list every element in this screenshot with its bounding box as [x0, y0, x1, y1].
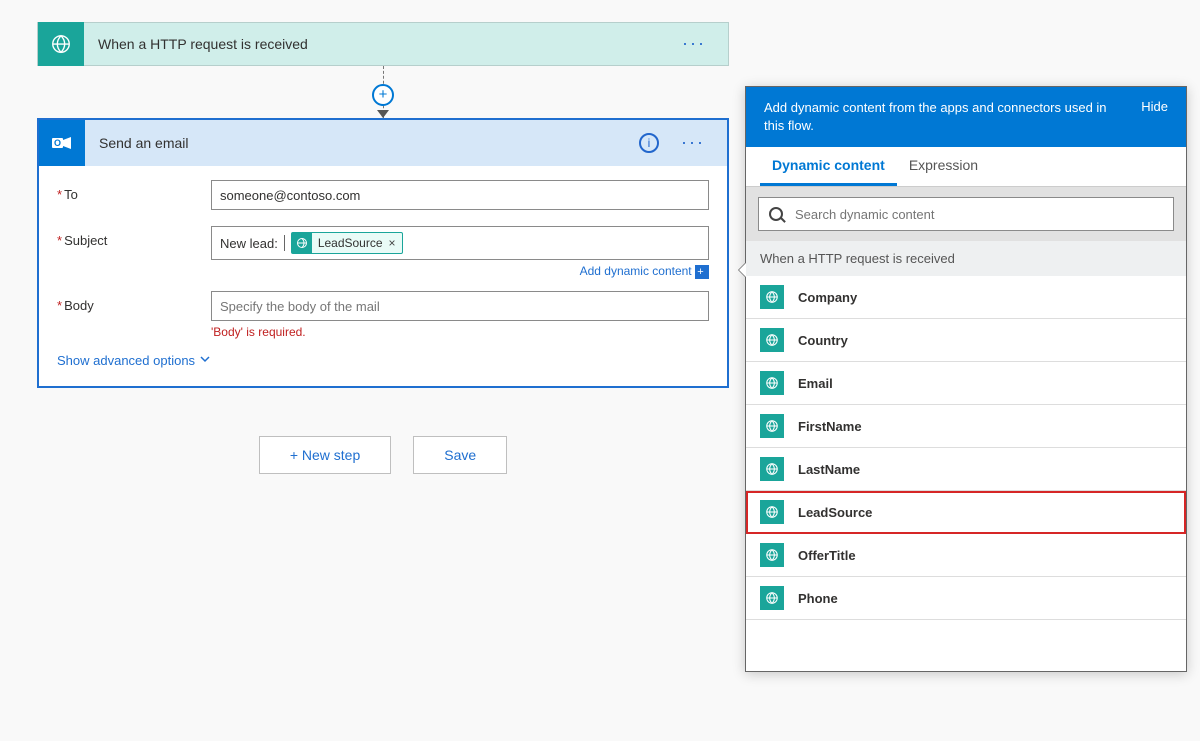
action-card-send-email: O Send an email i ··· *To someone@contos…: [37, 118, 729, 388]
http-globe-icon: [760, 543, 784, 567]
token-label: LeadSource: [318, 236, 383, 250]
dc-item-label: Email: [798, 376, 833, 391]
dc-item-label: Country: [798, 333, 848, 348]
http-globe-icon: [292, 233, 312, 253]
save-button[interactable]: Save: [413, 436, 507, 474]
body-validation-message: 'Body' is required.: [57, 325, 709, 339]
field-label-to: *To: [57, 180, 211, 202]
dc-item-company[interactable]: Company: [746, 276, 1186, 319]
insert-step-button[interactable]: +: [372, 84, 394, 106]
field-body: *Body Specify the body of the mail: [57, 291, 709, 321]
http-globe-icon: [760, 285, 784, 309]
chevron-down-icon: [199, 353, 211, 368]
action-more-icon[interactable]: ···: [681, 139, 727, 146]
http-globe-icon: [760, 586, 784, 610]
trigger-card[interactable]: When a HTTP request is received ···: [37, 22, 729, 66]
flyout-pointer: [738, 262, 746, 278]
dc-item-label: Phone: [798, 591, 838, 606]
dc-item-label: OfferTitle: [798, 548, 856, 563]
flyout-hide-link[interactable]: Hide: [1141, 99, 1168, 114]
connector-line: +: [37, 66, 729, 118]
http-globe-icon: [760, 457, 784, 481]
add-dynamic-content-link[interactable]: Add dynamic content +: [57, 264, 709, 279]
to-value: someone@contoso.com: [220, 188, 360, 203]
dc-item-leadsource[interactable]: LeadSource: [746, 491, 1186, 534]
search-container: [746, 187, 1186, 241]
dc-item-country[interactable]: Country: [746, 319, 1186, 362]
field-label-body: *Body: [57, 291, 211, 313]
required-star: *: [57, 187, 62, 202]
field-subject: *Subject New lead: LeadSource ×: [57, 226, 709, 260]
search-input[interactable]: [793, 206, 1163, 223]
dc-item-label: LeadSource: [798, 505, 872, 520]
info-icon[interactable]: i: [639, 133, 659, 153]
flyout-tabs: Dynamic content Expression: [746, 147, 1186, 187]
dynamic-content-list[interactable]: When a HTTP request is received Company C…: [746, 241, 1186, 671]
dynamic-token-leadsource[interactable]: LeadSource ×: [291, 232, 403, 254]
outlook-icon: O: [39, 120, 85, 166]
http-globe-icon: [38, 22, 84, 66]
action-title: Send an email: [99, 135, 639, 151]
dc-item-lastname[interactable]: LastName: [746, 448, 1186, 491]
dc-item-label: LastName: [798, 462, 860, 477]
flyout-header-text: Add dynamic content from the apps and co…: [764, 99, 1141, 135]
search-box[interactable]: [758, 197, 1174, 231]
dc-item-label: Company: [798, 290, 857, 305]
dynamic-content-flyout: Add dynamic content from the apps and co…: [745, 86, 1187, 672]
flyout-header: Add dynamic content from the apps and co…: [746, 87, 1186, 147]
search-icon: [769, 207, 783, 221]
dc-item-label: FirstName: [798, 419, 862, 434]
text-cursor: [284, 235, 285, 251]
tab-dynamic-content[interactable]: Dynamic content: [760, 147, 897, 186]
field-input-subject[interactable]: New lead: LeadSource ×: [211, 226, 709, 260]
trigger-title: When a HTTP request is received: [98, 36, 682, 52]
field-to: *To someone@contoso.com: [57, 180, 709, 210]
body-placeholder: Specify the body of the mail: [220, 299, 380, 314]
dc-item-firstname[interactable]: FirstName: [746, 405, 1186, 448]
tab-expression[interactable]: Expression: [897, 147, 990, 186]
http-globe-icon: [760, 328, 784, 352]
trigger-more-icon[interactable]: ···: [682, 40, 728, 47]
dc-item-offertitle[interactable]: OfferTitle: [746, 534, 1186, 577]
dc-item-email[interactable]: Email: [746, 362, 1186, 405]
field-input-to[interactable]: someone@contoso.com: [211, 180, 709, 210]
token-remove-icon[interactable]: ×: [389, 236, 396, 250]
dc-group-header: When a HTTP request is received: [746, 241, 1186, 276]
field-label-subject: *Subject: [57, 226, 211, 248]
action-header[interactable]: O Send an email i ···: [39, 120, 727, 166]
required-star: *: [57, 233, 62, 248]
subject-prefix-text: New lead:: [220, 236, 278, 251]
field-input-body[interactable]: Specify the body of the mail: [211, 291, 709, 321]
required-star: *: [57, 298, 62, 313]
svg-text:O: O: [54, 138, 61, 148]
show-advanced-options-link[interactable]: Show advanced options: [57, 353, 709, 368]
plus-badge-icon: +: [695, 265, 709, 279]
http-globe-icon: [760, 371, 784, 395]
dc-item-phone[interactable]: Phone: [746, 577, 1186, 620]
http-globe-icon: [760, 414, 784, 438]
http-globe-icon: [760, 500, 784, 524]
new-step-button[interactable]: + New step: [259, 436, 391, 474]
